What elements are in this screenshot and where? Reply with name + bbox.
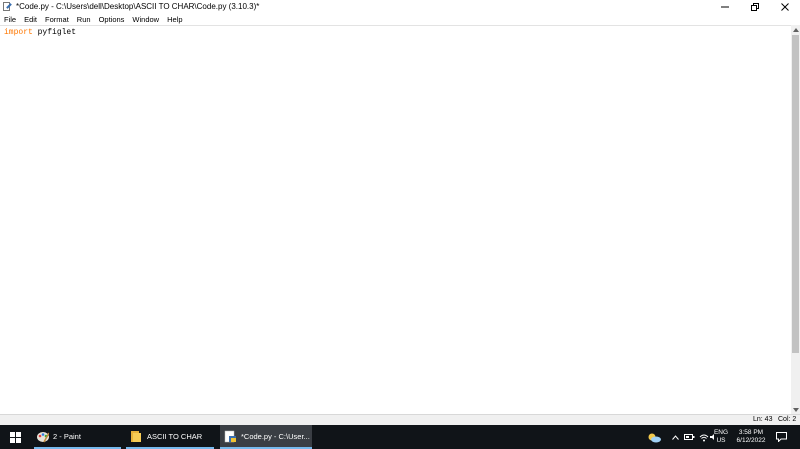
vertical-scrollbar[interactable] [791,25,800,414]
taskbar-paint-label: 2 - Paint [53,431,81,441]
menu-options[interactable]: Options [99,15,125,24]
chevron-down-icon [792,407,799,412]
line-number: Ln: 43 [753,416,773,423]
menu-run[interactable]: Run [77,15,91,24]
battery-icon [683,434,694,440]
tray-network-button[interactable] [698,425,710,449]
taskbar-explorer[interactable]: ASCII TO CHAR [126,425,214,449]
taskbar: 2 - Paint ASCII TO CHAR *Code.py - C:\Us… [0,425,800,449]
weather-cloud-icon [648,433,661,442]
title-bar: *Code.py - C:\Users\dell\Desktop\ASCII T… [0,0,800,13]
idle-icon [224,430,236,442]
folder-icon [131,430,141,442]
taskbar-explorer-label: ASCII TO CHAR [147,431,203,441]
restore-button[interactable] [740,0,770,13]
minimize-icon [721,6,729,7]
code-text: pyfiglet [32,28,77,37]
status-bar: Ln: 43 Col: 2 [0,414,800,425]
tray-overflow-button[interactable] [670,425,680,449]
menu-format[interactable]: Format [45,15,69,24]
scroll-thumb[interactable] [792,35,799,353]
scroll-up-button[interactable] [791,25,800,34]
taskbar-idle-label: *Code.py - C:\User... [241,431,310,441]
close-icon [781,2,789,11]
idle-python-file-icon [2,1,12,12]
column-number: Col: 2 [778,416,797,423]
paint-icon [37,431,49,442]
keyword-token: import [4,28,33,37]
minimize-button[interactable] [710,0,740,13]
taskbar-idle[interactable]: *Code.py - C:\User... [220,425,312,449]
code-line: import pyfiglet [4,28,76,37]
keyboard-layout: US [716,437,726,444]
start-button[interactable] [0,425,30,449]
windows-icon [9,431,21,443]
code-editor[interactable]: import pyfiglet [0,25,791,414]
chevron-up-icon [792,27,799,32]
tray-battery-button[interactable] [683,425,695,449]
window-title: *Code.py - C:\Users\dell\Desktop\ASCII T… [16,2,260,11]
clock-time: 3:58 PM [738,429,764,436]
notification-icon [775,432,787,442]
menu-help[interactable]: Help [167,15,182,24]
taskbar-paint[interactable]: 2 - Paint [34,425,121,449]
clock-date: 6/12/2022 [736,437,766,444]
menu-window[interactable]: Window [132,15,159,24]
menu-file[interactable]: File [4,15,16,24]
language-indicator[interactable]: ENG US [712,425,730,449]
menu-edit[interactable]: Edit [24,15,37,24]
close-button[interactable] [770,0,800,13]
notification-center-button[interactable] [774,425,788,449]
clock[interactable]: 3:58 PM 6/12/2022 [733,425,769,449]
scroll-down-button[interactable] [791,405,800,414]
window-controls [710,0,800,13]
chevron-up-icon [671,434,679,440]
language-code: ENG [713,429,729,436]
menu-bar: File Edit Format Run Options Window Help [0,13,800,25]
weather-widget[interactable] [646,425,662,449]
restore-icon [751,2,759,11]
wifi-icon [699,434,709,441]
